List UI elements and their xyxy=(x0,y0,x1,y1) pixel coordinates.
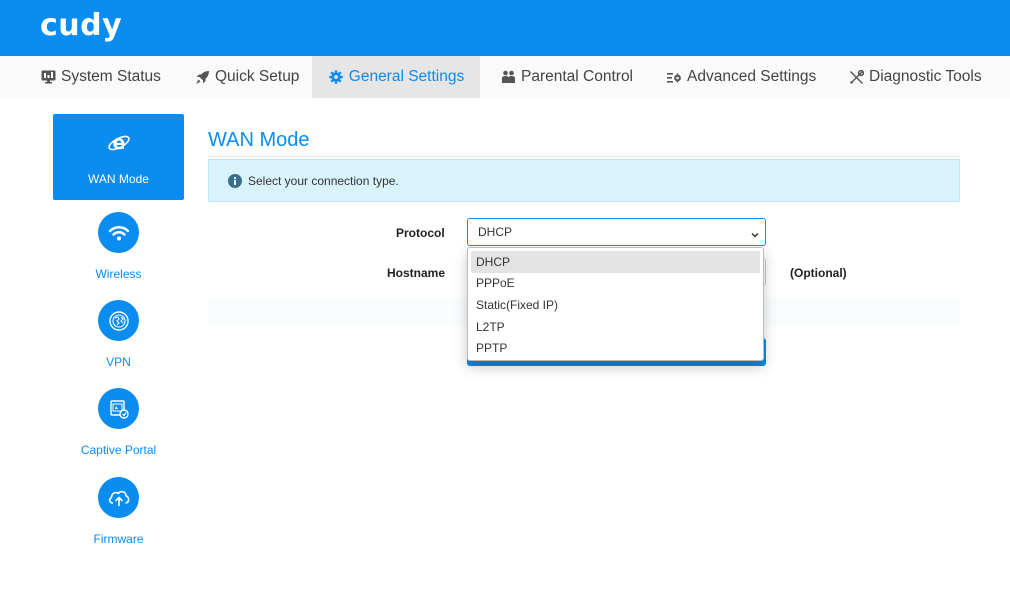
nav-label: Quick Setup xyxy=(215,68,300,85)
portal-icon xyxy=(98,388,139,429)
hostname-label: Hostname xyxy=(387,266,446,280)
nav-label: Parental Control xyxy=(521,68,634,85)
nav-label: General Settings xyxy=(348,68,465,85)
protocol-selected-value: DHCP xyxy=(478,225,513,239)
sidebar-item-label: Firmware xyxy=(93,532,144,546)
nav-quick-setup[interactable]: Quick Setup xyxy=(194,56,299,98)
nav-label: System Status xyxy=(61,68,161,85)
main-nav: System Status Quick Setup General Settin… xyxy=(0,56,1010,98)
rocket-icon xyxy=(194,69,210,85)
sidebar-item-wireless[interactable]: Wireless xyxy=(53,212,184,281)
sidebar-item-firmware[interactable]: Firmware xyxy=(53,477,184,546)
sidebar-item-label: VPN xyxy=(106,355,131,369)
nav-parental-control[interactable]: Parental Control xyxy=(500,56,633,98)
globe-icon xyxy=(98,300,139,341)
sidebar-item-label: Captive Portal xyxy=(80,443,157,457)
protocol-option-static[interactable]: Static(Fixed IP) xyxy=(471,294,760,316)
protocol-dropdown-list: DHCP PPPoE Static(Fixed IP) L2TP PPTP xyxy=(467,247,764,361)
title-divider xyxy=(208,156,960,157)
nav-system-status[interactable]: System Status xyxy=(40,56,161,98)
sidebar-item-vpn[interactable]: VPN xyxy=(53,300,184,369)
info-alert: Select your connection type. xyxy=(208,159,960,202)
nav-label: Advanced Settings xyxy=(687,68,817,85)
top-bar: cudy xyxy=(0,0,1010,56)
nav-diagnostic-tools[interactable]: Diagnostic Tools xyxy=(848,56,982,98)
protocol-label: Protocol xyxy=(396,226,445,240)
sidebar-item-label: WAN Mode xyxy=(88,171,149,186)
protocol-option-pppoe[interactable]: PPPoE xyxy=(471,273,760,295)
protocol-option-l2tp[interactable]: L2TP xyxy=(471,316,760,338)
wifi-icon xyxy=(98,212,139,253)
tools-icon xyxy=(848,69,864,85)
chevron-down-icon xyxy=(750,228,760,242)
sidebar-item-label: Wireless xyxy=(95,267,142,281)
hostname-optional-note: (Optional) xyxy=(790,266,847,280)
nav-label: Diagnostic Tools xyxy=(869,68,982,85)
info-icon xyxy=(228,173,242,188)
monitor-icon xyxy=(40,69,56,85)
sidebar-item-captive-portal[interactable]: Captive Portal xyxy=(53,388,184,457)
protocol-select[interactable]: DHCP xyxy=(467,218,766,246)
sliders-icon xyxy=(666,69,682,85)
cudy-logo[interactable]: cudy xyxy=(40,8,122,44)
nav-general-settings[interactable]: General Settings xyxy=(312,56,480,98)
gear-icon xyxy=(328,69,344,85)
page-title: WAN Mode xyxy=(208,129,310,151)
protocol-option-pptp[interactable]: PPTP xyxy=(471,337,760,359)
sidebar-item-wan-mode[interactable]: e WAN Mode xyxy=(53,114,184,200)
svg-text:e: e xyxy=(112,132,125,154)
family-icon xyxy=(500,69,516,85)
cloud-upload-icon xyxy=(98,477,139,518)
nav-advanced-settings[interactable]: Advanced Settings xyxy=(666,56,816,98)
internet-explorer-icon: e xyxy=(107,131,131,160)
protocol-option-dhcp[interactable]: DHCP xyxy=(471,251,760,273)
info-text: Select your connection type. xyxy=(248,173,399,188)
